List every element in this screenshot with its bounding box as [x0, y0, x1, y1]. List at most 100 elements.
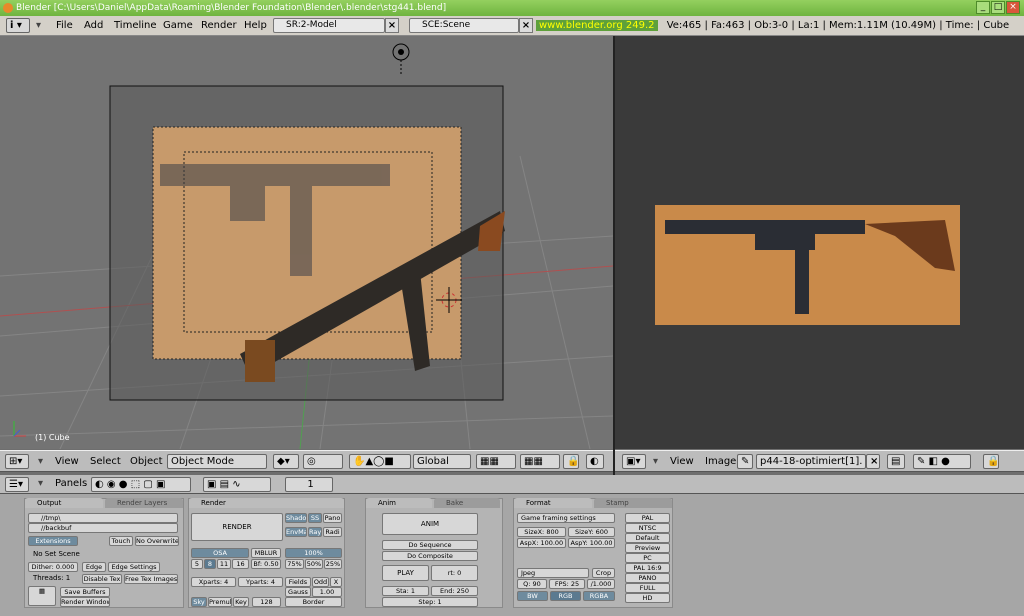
edge-toggle[interactable]: Edge: [82, 562, 106, 572]
menu-select[interactable]: Select: [90, 451, 121, 472]
rgb-toggle[interactable]: RGB: [550, 591, 581, 601]
osa-toggle[interactable]: OSA: [191, 548, 249, 558]
tab-render[interactable]: Render: [189, 498, 344, 508]
view3d-window-type-icon[interactable]: ⊞▾: [5, 454, 29, 469]
area-divider[interactable]: [613, 36, 615, 476]
free-tex-button[interactable]: Free Tex Images: [124, 574, 178, 584]
bit-depth-selector[interactable]: 128: [252, 597, 281, 607]
image-tools-icons[interactable]: ✎ ◧ ●: [913, 454, 971, 469]
sizey-field[interactable]: SizeY: 600: [568, 527, 615, 537]
blender-url[interactable]: www.blender.org 249.2: [536, 20, 658, 31]
preset-default[interactable]: Default: [625, 533, 670, 543]
bw-toggle[interactable]: BW: [517, 591, 548, 601]
aspx-field[interactable]: AspX: 100.00: [517, 538, 566, 548]
tab-format[interactable]: Format: [514, 498, 592, 508]
context-icons[interactable]: ◐ ◉ ● ⬚ ▢ ▣: [91, 477, 191, 492]
lock-icon[interactable]: 🔒: [563, 454, 579, 469]
no-set-scene-label[interactable]: No Set Scene: [33, 550, 80, 558]
minimize-icon[interactable]: _: [976, 1, 990, 14]
game-framing-button[interactable]: Game framing settings: [517, 513, 615, 523]
draw-type-icon[interactable]: ◆▾: [273, 454, 299, 469]
unlink-image-button[interactable]: ×: [866, 454, 880, 469]
shadow-toggle[interactable]: Shado: [285, 513, 307, 523]
preset-pal[interactable]: PAL: [625, 513, 670, 523]
layers-row-1-icon[interactable]: ▦▦: [476, 454, 516, 469]
do-sequence-toggle[interactable]: Do Sequence: [382, 540, 478, 550]
menu-help[interactable]: Help: [244, 16, 267, 36]
menu-view[interactable]: View: [670, 451, 694, 472]
backbuf-path-field[interactable]: //backbuf: [28, 523, 178, 533]
disable-tex-button[interactable]: Disable Tex: [82, 574, 122, 584]
xparts-field[interactable]: Xparts: 4: [191, 577, 236, 587]
maximize-icon[interactable]: □: [991, 1, 1005, 14]
menu-file[interactable]: File: [56, 16, 73, 36]
preset-pano[interactable]: PANO: [625, 573, 670, 583]
percent-field[interactable]: 100%: [285, 548, 342, 558]
close-icon[interactable]: ×: [1006, 1, 1020, 14]
tab-bake[interactable]: Bake: [434, 498, 500, 508]
no-overwrite-toggle[interactable]: No Overwrite: [135, 536, 179, 546]
delete-scene-button[interactable]: ×: [519, 18, 533, 33]
threads-label[interactable]: Threads: 1: [33, 574, 70, 582]
size-75[interactable]: 75%: [285, 559, 304, 569]
sky-toggle[interactable]: Sky: [191, 597, 207, 607]
output-path-field[interactable]: //tmp\: [28, 513, 178, 523]
collapse-menu-icon[interactable]: ▾: [38, 451, 43, 472]
ray-toggle[interactable]: Ray: [308, 527, 322, 537]
step-field[interactable]: Step: 1: [382, 597, 478, 607]
osa-16[interactable]: 16: [232, 559, 249, 569]
extensions-toggle[interactable]: Extensions: [28, 536, 78, 546]
crop-toggle[interactable]: Crop: [592, 568, 615, 578]
rt-field[interactable]: rt: 0: [431, 565, 478, 581]
delete-screen-button[interactable]: ×: [385, 18, 399, 33]
image-name-field[interactable]: p44-18-optimiert[1].: [756, 454, 866, 469]
x-toggle[interactable]: X: [330, 577, 342, 587]
mode-selector[interactable]: Object Mode: [167, 454, 267, 469]
osa-5[interactable]: 5: [191, 559, 203, 569]
3d-viewport[interactable]: (1) Cube: [0, 36, 613, 449]
info-window-type-icon[interactable]: i ▾: [6, 18, 30, 33]
start-frame-field[interactable]: Sta: 1: [382, 586, 429, 596]
save-buffers-toggle[interactable]: Save Buffers: [60, 587, 110, 597]
pivot-icon[interactable]: ◎: [303, 454, 343, 469]
osa-11[interactable]: 11: [217, 559, 231, 569]
fps-field[interactable]: FPS: 25: [549, 579, 585, 589]
collapse-menu-icon[interactable]: ▾: [653, 451, 658, 472]
play-button[interactable]: PLAY: [382, 565, 429, 581]
screen-selector[interactable]: SR:2-Model: [273, 18, 385, 33]
end-frame-field[interactable]: End: 250: [431, 586, 478, 596]
menu-timeline[interactable]: Timeline: [114, 16, 157, 36]
image-pack-icon[interactable]: ▤: [887, 454, 905, 469]
collapse-menu-icon[interactable]: ▾: [38, 475, 43, 493]
blur-factor-field[interactable]: Bf: 0.50: [251, 559, 281, 569]
preset-pc[interactable]: PC: [625, 553, 670, 563]
frame-field[interactable]: 1: [285, 477, 333, 492]
dispview-icon[interactable]: ▦: [28, 586, 56, 606]
image-window-type-icon[interactable]: ▣▾: [622, 454, 646, 469]
osa-8[interactable]: 8: [204, 559, 216, 569]
tab-stamp[interactable]: Stamp: [594, 498, 672, 508]
touch-toggle[interactable]: Touch: [109, 536, 133, 546]
fps-base-field[interactable]: /1.000: [587, 579, 615, 589]
preset-preview[interactable]: Preview: [625, 543, 670, 553]
pano-toggle[interactable]: Pano: [323, 513, 342, 523]
layers-row-2-icon[interactable]: ▦▦: [520, 454, 560, 469]
quality-field[interactable]: Q: 90: [517, 579, 547, 589]
render-button[interactable]: RENDER: [191, 513, 283, 541]
rgba-toggle[interactable]: RGBA: [583, 591, 615, 601]
manipulator-icons[interactable]: ✋▲◯■: [349, 454, 411, 469]
orientation-selector[interactable]: Global: [413, 454, 471, 469]
scene-selector[interactable]: SCE:Scene: [409, 18, 519, 33]
pin-icon[interactable]: ✎: [737, 454, 753, 469]
preset-full[interactable]: FULL: [625, 583, 670, 593]
yparts-field[interactable]: Yparts: 4: [238, 577, 283, 587]
image-editor[interactable]: [615, 36, 1024, 449]
render-window-selector[interactable]: Render Window: [60, 597, 110, 607]
tab-anim[interactable]: Anim: [366, 498, 432, 508]
gauss-selector[interactable]: Gauss: [285, 587, 311, 597]
file-format-selector[interactable]: Jpeg: [517, 568, 589, 578]
ss-toggle[interactable]: SS: [308, 513, 322, 523]
size-50[interactable]: 50%: [305, 559, 323, 569]
sizex-field[interactable]: SizeX: 800: [517, 527, 566, 537]
menu-game[interactable]: Game: [163, 16, 193, 36]
